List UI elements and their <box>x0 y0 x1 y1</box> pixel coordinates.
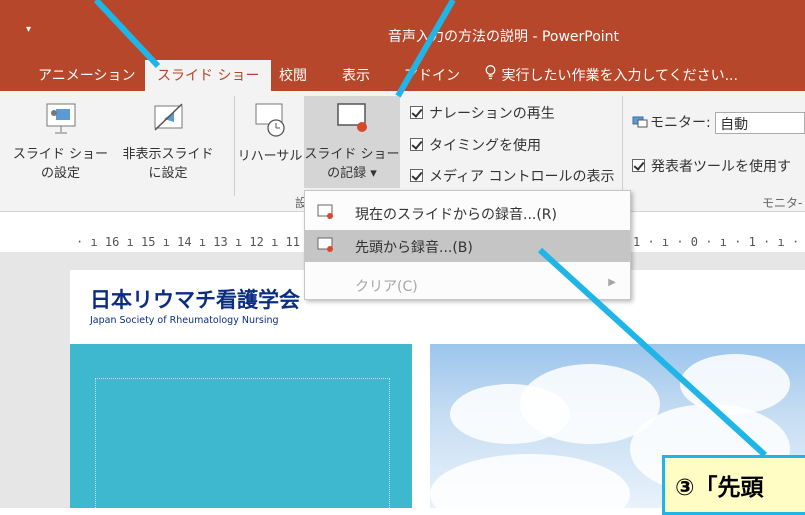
tab-review[interactable]: 校閲 <box>279 65 307 85</box>
window-title: 音声入力の方法の説明 - PowerPoint <box>388 29 620 45</box>
use-timings-checkbox[interactable]: タイミングを使用 <box>410 135 541 155</box>
record-slide-show-icon <box>304 100 400 142</box>
record-slide-show-button[interactable]: スライド ショー の記録 ▾ <box>304 96 400 188</box>
setup-slide-show-button[interactable]: スライド ショー の設定 <box>8 100 113 183</box>
tab-animations[interactable]: アニメーション <box>38 65 135 85</box>
menu-item-label: 先頭から録音...(B) <box>355 240 473 256</box>
ribbon-tabs: アニメーション スライド ショー 校閲 表示 アドイン 実行したい作業を入力して… <box>0 58 805 91</box>
hide-slide-button[interactable]: 非表示スライド に設定 <box>114 100 222 183</box>
show-media-controls-label: メディア コントロールの表示 <box>429 169 615 185</box>
record-line1: スライド ショー <box>304 147 400 162</box>
tell-me-box[interactable]: 実行したい作業を入力してください... <box>483 65 738 85</box>
rehearse-timings-button[interactable]: リハーサル <box>232 100 308 166</box>
rehearse-label: リハーサル <box>237 149 303 164</box>
record-from-beginning-icon <box>317 237 335 257</box>
menu-item-label: 現在のスライドからの録音...(R) <box>355 207 558 223</box>
hide-line1: 非表示スライド <box>122 147 214 162</box>
quick-access-dropdown-icon[interactable]: ▾ <box>26 24 31 35</box>
ribbon-separator <box>622 96 623 196</box>
tell-me-placeholder: 実行したい作業を入力してください... <box>501 68 738 84</box>
setup-line2: の設定 <box>40 166 80 181</box>
record-from-current-icon <box>317 204 335 224</box>
monitor-value: 自動 <box>720 117 749 133</box>
setup-line1: スライド ショー <box>12 147 109 162</box>
record-line2: の記録 ▾ <box>327 166 377 181</box>
ruler-right-ticks: 1 · ı · 0 · ı · 1 · ı · 2 · ı · 3 · ı <box>633 235 805 249</box>
setup-slide-show-icon <box>8 100 113 142</box>
play-narrations-label: ナレーションの再生 <box>429 106 555 122</box>
checkbox-checked-icon <box>632 159 645 172</box>
group-label-monitors: モニタ- <box>762 196 803 210</box>
menu-item-record-from-beginning[interactable]: 先頭から録音...(B) <box>305 230 630 262</box>
instruction-callout: ③「先頭 <box>662 455 805 515</box>
checkbox-checked-icon <box>410 106 423 119</box>
submenu-arrow-icon: ▶ <box>608 277 616 288</box>
menu-item-label: クリア(C) <box>355 279 418 295</box>
tab-add-ins[interactable]: アドイン <box>404 65 460 85</box>
presenter-view-label: 発表者ツールを使用す <box>651 159 791 175</box>
title-bar: ▾ 音声入力の方法の説明 - PowerPoint <box>0 0 805 58</box>
menu-item-clear[interactable]: クリア(C) ▶ <box>305 269 630 301</box>
record-dropdown-menu: 現在のスライドからの録音...(R) 先頭から録音...(B) クリア(C) ▶ <box>304 190 631 300</box>
placeholder-border[interactable] <box>95 378 390 508</box>
hide-line2: に設定 <box>148 166 188 181</box>
org-name-english: Japan Society of Rheumatology Nursing <box>90 315 279 326</box>
checkbox-checked-icon <box>410 138 423 151</box>
lightbulb-icon <box>483 65 497 84</box>
monitor-row: モニター: 自動 <box>632 112 805 134</box>
callout-text: ③「先頭 <box>675 475 764 501</box>
hide-slide-icon <box>114 100 222 142</box>
tab-slide-show[interactable]: スライド ショー <box>145 60 272 91</box>
play-narrations-checkbox[interactable]: ナレーションの再生 <box>410 103 555 123</box>
use-timings-label: タイミングを使用 <box>429 138 541 154</box>
monitor-label: モニター: <box>650 115 711 131</box>
monitor-select[interactable]: 自動 <box>715 112 805 134</box>
tab-view[interactable]: 表示 <box>342 65 370 85</box>
presenter-view-checkbox[interactable]: 発表者ツールを使用す <box>632 156 791 176</box>
org-name-logo: 日本リウマチ看護学会 <box>90 288 300 312</box>
show-media-controls-checkbox[interactable]: メディア コントロールの表示 <box>410 166 614 186</box>
monitor-icon <box>632 115 648 133</box>
ruler-left-ticks: · ı 16 ı 15 ı 14 ı 13 ı 12 ı 11 ı <box>76 235 315 249</box>
checkbox-checked-icon <box>410 169 423 182</box>
stopwatch-icon <box>232 100 308 144</box>
menu-item-record-from-current[interactable]: 現在のスライドからの録音...(R) <box>305 197 630 229</box>
